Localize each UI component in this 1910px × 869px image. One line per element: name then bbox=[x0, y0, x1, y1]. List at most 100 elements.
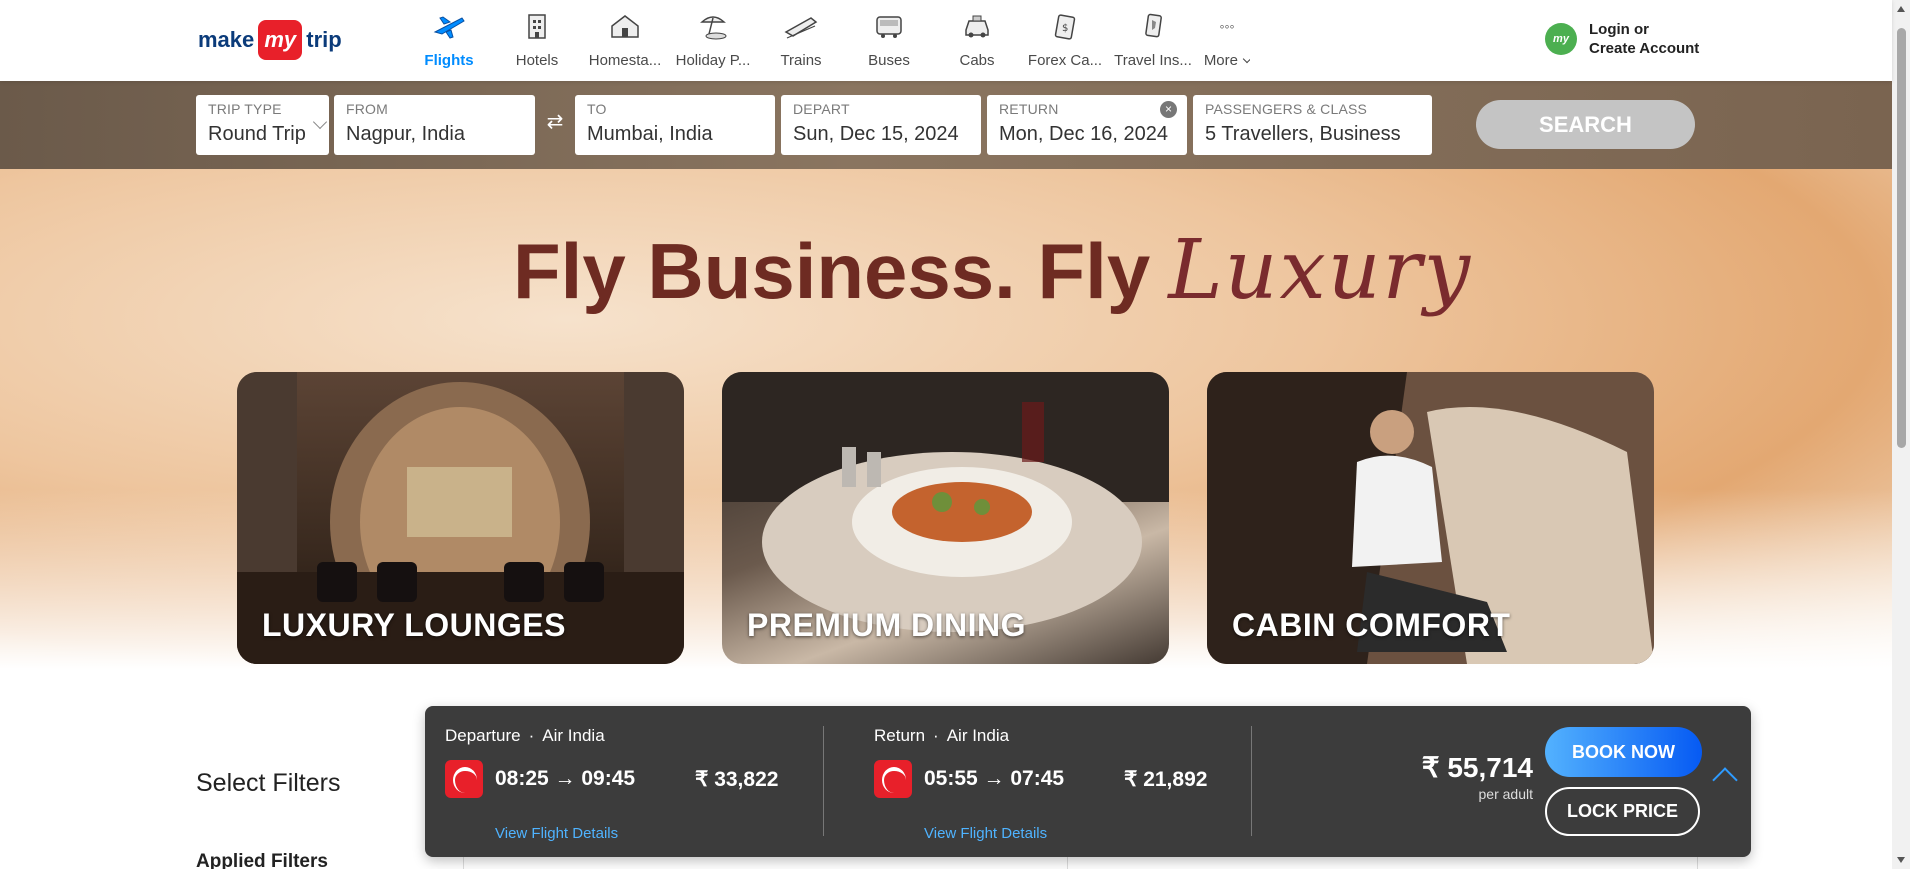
nav-label-hotels: Hotels bbox=[515, 52, 559, 69]
return-view-flight-details-link[interactable]: View Flight Details bbox=[924, 825, 1047, 842]
scrollbar-thumb[interactable] bbox=[1897, 28, 1906, 448]
nav-item-forex-card[interactable]: $ Forex Ca... bbox=[1021, 8, 1109, 72]
top-navigation-bar: make my trip Flights Hotels Homesta... H… bbox=[0, 0, 1892, 81]
premium-dining-card[interactable]: PREMIUM DINING bbox=[722, 372, 1169, 664]
nav-label-forex-card: Forex Ca... bbox=[1027, 52, 1103, 69]
login-create-account-button[interactable]: my Login or Create Account bbox=[1545, 20, 1699, 58]
luxury-lounges-card[interactable]: LUXURY LOUNGES bbox=[237, 372, 684, 664]
chevron-down-icon bbox=[1242, 54, 1251, 64]
more-label-text: More bbox=[1203, 52, 1238, 69]
clear-return-date-icon[interactable]: × bbox=[1160, 101, 1177, 118]
leg-separator bbox=[823, 726, 824, 836]
select-filters-heading: Select Filters bbox=[196, 769, 341, 797]
bus-icon bbox=[870, 10, 908, 42]
homestay-icon bbox=[606, 10, 644, 42]
user-avatar-icon: my bbox=[1545, 23, 1577, 55]
cab-icon bbox=[958, 10, 996, 42]
passengers-class-label: PASSENGERS & CLASS bbox=[1205, 101, 1368, 117]
nav-label-flights: Flights bbox=[424, 52, 474, 69]
passengers-class-value: 5 Travellers, Business bbox=[1205, 123, 1401, 145]
forex-icon: $ bbox=[1046, 10, 1084, 42]
svg-text:$: $ bbox=[1062, 23, 1068, 34]
depart-label: DEPART bbox=[793, 101, 850, 117]
train-icon bbox=[782, 10, 820, 42]
hero-title: Fly Business. Fly Luxury bbox=[513, 223, 1472, 318]
holiday-icon bbox=[694, 10, 732, 42]
logo-text-my: my bbox=[258, 20, 303, 60]
return-airline: Air India bbox=[946, 726, 1010, 745]
more-dots-icon: ◦◦◦ bbox=[1219, 18, 1235, 34]
swap-cities-icon[interactable]: ⇄ bbox=[544, 111, 566, 133]
departure-times: 08:25 → 09:45 bbox=[495, 767, 636, 790]
nav-item-homestays[interactable]: Homesta... bbox=[581, 8, 669, 72]
logo-text-trip: trip bbox=[306, 27, 342, 52]
nav-label-cabs: Cabs bbox=[959, 52, 995, 69]
departure-details: 08:25 → 09:45 ₹ 33,822 bbox=[445, 760, 778, 798]
search-button[interactable]: SEARCH bbox=[1476, 100, 1695, 149]
trip-type-dropdown[interactable]: TRIP TYPE Round Trip bbox=[196, 95, 329, 155]
trip-type-value: Round Trip bbox=[208, 123, 306, 145]
product-nav: Flights Hotels Homesta... Holiday P... T… bbox=[405, 8, 1257, 72]
nav-item-buses[interactable]: Buses bbox=[845, 8, 933, 72]
departure-airline: Air India bbox=[542, 726, 605, 745]
departure-leg: Departure · Air India 08:25 → 09:45 ₹ 33,8… bbox=[445, 726, 778, 842]
depart-date-field[interactable]: DEPART Sun, Dec 15, 2024 bbox=[781, 95, 981, 155]
to-city-field[interactable]: TO Mumbai, India bbox=[575, 95, 775, 155]
nav-label-trains: Trains bbox=[780, 52, 822, 69]
luxury-lounges-caption: LUXURY LOUNGES bbox=[262, 607, 566, 643]
page-scrollbar[interactable] bbox=[1892, 0, 1910, 869]
from-label: FROM bbox=[346, 101, 389, 117]
chevron-up-icon[interactable] bbox=[1712, 767, 1738, 793]
selected-flights-bar: Departure · Air India 08:25 → 09:45 ₹ 33,8… bbox=[425, 706, 1751, 857]
to-label: TO bbox=[587, 101, 607, 117]
nav-label-holiday-packages: Holiday P... bbox=[675, 52, 751, 69]
departure-label: Departure bbox=[445, 726, 521, 745]
total-price: ₹ 55,714 bbox=[1421, 752, 1533, 783]
lock-price-button[interactable]: LOCK PRICE bbox=[1545, 787, 1700, 836]
return-details: 05:55 → 07:45 ₹ 21,892 bbox=[874, 760, 1207, 798]
nav-label-more: More bbox=[1203, 52, 1251, 69]
nav-item-flights[interactable]: Flights bbox=[405, 8, 493, 72]
applied-filters-heading: Applied Filters bbox=[196, 851, 328, 869]
nav-item-travel-insurance[interactable]: Travel Ins... bbox=[1109, 8, 1197, 72]
flight-icon bbox=[430, 10, 468, 42]
separator-dot: · bbox=[933, 726, 939, 745]
makemytrip-logo[interactable]: make my trip bbox=[198, 20, 342, 60]
trip-type-label: TRIP TYPE bbox=[208, 101, 282, 117]
total-price-block: ₹ 55,714 per adult bbox=[1422, 751, 1533, 802]
nav-item-cabs[interactable]: Cabs bbox=[933, 8, 1021, 72]
from-value: Nagpur, India bbox=[346, 123, 465, 145]
air-india-logo-icon bbox=[874, 760, 912, 798]
return-label: Return bbox=[874, 726, 926, 745]
book-now-button[interactable]: BOOK NOW bbox=[1545, 727, 1702, 777]
nav-label-travel-insurance: Travel Ins... bbox=[1114, 52, 1192, 69]
return-header: Return · Air India bbox=[874, 726, 1207, 746]
return-value: Mon, Dec 16, 2024 bbox=[999, 123, 1168, 145]
nav-label-homestays: Homesta... bbox=[588, 52, 662, 69]
return-date-field[interactable]: RETURN Mon, Dec 16, 2024 × bbox=[987, 95, 1187, 155]
nav-item-holiday-packages[interactable]: Holiday P... bbox=[669, 8, 757, 72]
hero-title-main: Fly Business. Fly bbox=[513, 227, 1151, 315]
from-city-field[interactable]: FROM Nagpur, India bbox=[334, 95, 535, 155]
air-india-logo-icon bbox=[445, 760, 483, 798]
total-separator bbox=[1251, 726, 1252, 836]
cabin-comfort-caption: CABIN COMFORT bbox=[1232, 607, 1511, 643]
return-price: ₹ 21,892 bbox=[1124, 767, 1208, 791]
cabin-comfort-card[interactable]: CABIN COMFORT bbox=[1207, 372, 1654, 664]
departure-view-flight-details-link[interactable]: View Flight Details bbox=[495, 825, 618, 842]
scroll-up-arrow-icon[interactable] bbox=[1897, 6, 1905, 12]
passengers-class-field[interactable]: PASSENGERS & CLASS 5 Travellers, Busines… bbox=[1193, 95, 1432, 155]
nav-item-more[interactable]: ◦◦◦ More bbox=[1197, 8, 1257, 72]
login-line-2: Create Account bbox=[1589, 40, 1700, 57]
return-leg: Return · Air India 05:55 → 07:45 ₹ 21,892 … bbox=[874, 726, 1207, 842]
logo-text-make: make bbox=[198, 27, 255, 52]
departure-price: ₹ 33,822 bbox=[695, 767, 779, 791]
nav-label-buses: Buses bbox=[868, 52, 910, 69]
nav-item-hotels[interactable]: Hotels bbox=[493, 8, 581, 72]
to-value: Mumbai, India bbox=[587, 123, 713, 145]
login-line-1: Login or bbox=[1589, 21, 1649, 38]
login-text: Login or Create Account bbox=[1589, 20, 1699, 58]
hotel-icon bbox=[518, 10, 556, 42]
scroll-down-arrow-icon[interactable] bbox=[1897, 857, 1905, 863]
nav-item-trains[interactable]: Trains bbox=[757, 8, 845, 72]
